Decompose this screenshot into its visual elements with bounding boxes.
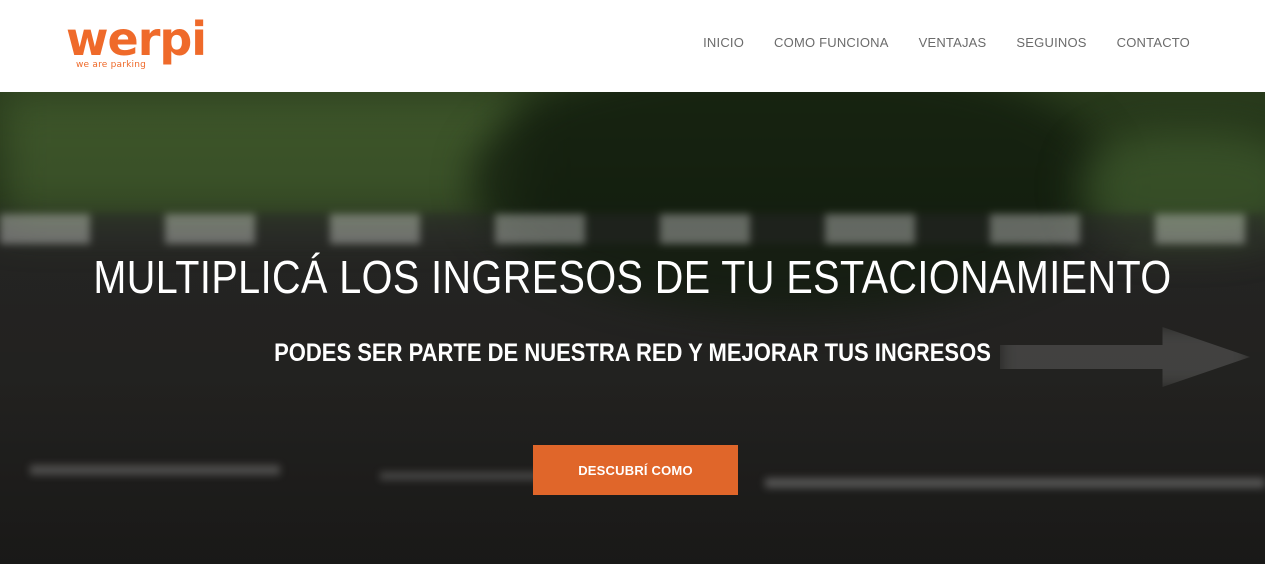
hero-section: MULTIPLICÁ LOS INGRESOS DE TU ESTACIONAM… xyxy=(0,92,1265,564)
main-nav: INICIO COMO FUNCIONA VENTAJAS SEGUINOS C… xyxy=(703,0,1190,84)
descubri-como-button[interactable]: DESCUBRÍ COMO xyxy=(533,445,738,495)
nav-item-como-funciona[interactable]: COMO FUNCIONA xyxy=(774,35,889,50)
nav-item-seguinos[interactable]: SEGUINOS xyxy=(1016,35,1086,50)
nav-item-inicio[interactable]: INICIO xyxy=(703,35,744,50)
road-marking xyxy=(765,478,1265,488)
background-curb xyxy=(0,214,1265,244)
logo-tagline: we are parking xyxy=(76,60,147,70)
hero-title: MULTIPLICÁ LOS INGRESOS DE TU ESTACIONAM… xyxy=(93,251,1172,303)
site-header: werpi we are parking INICIO COMO FUNCION… xyxy=(0,0,1265,92)
werpi-logo[interactable]: werpi we are parking xyxy=(66,12,207,76)
road-marking xyxy=(30,465,280,475)
nav-item-ventajas[interactable]: VENTAJAS xyxy=(919,35,987,50)
background-foliage xyxy=(0,92,520,222)
road-marking xyxy=(380,472,540,480)
nav-item-contacto[interactable]: CONTACTO xyxy=(1117,35,1190,50)
hero-subtitle: PODES SER PARTE DE NUESTRA RED Y MEJORAR… xyxy=(274,339,991,367)
